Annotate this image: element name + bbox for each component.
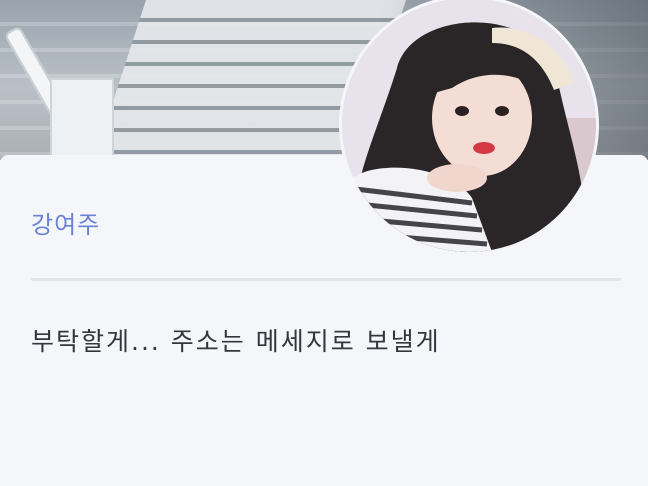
divider (31, 278, 621, 281)
message-text: 부탁할게... 주소는 메세지로 보낼게 (31, 327, 441, 356)
header-newel-post (50, 78, 114, 160)
sender-name[interactable]: 강여주 (31, 205, 100, 240)
profile-avatar[interactable] (342, 0, 596, 252)
avatar-photo-icon (342, 0, 596, 252)
